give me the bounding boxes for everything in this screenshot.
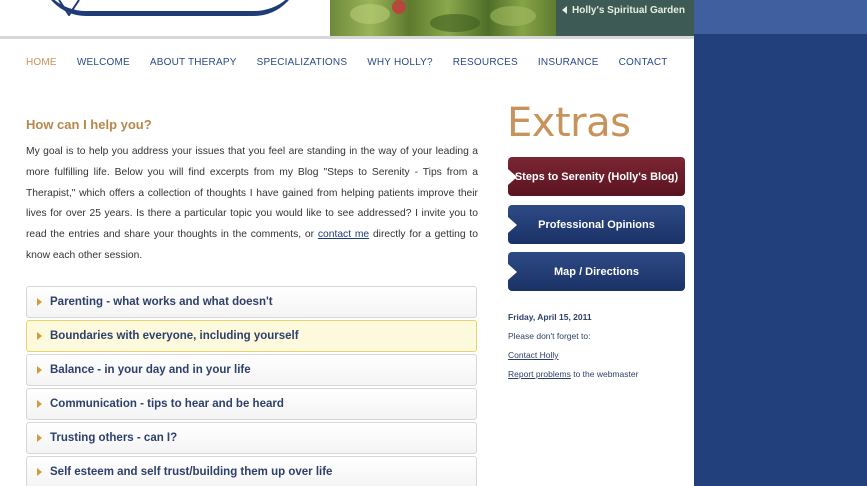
- professional-opinions-button[interactable]: Professional Opinions: [508, 205, 685, 244]
- header-garden-box: Holly's Spiritual Garden: [556, 0, 694, 36]
- intro-text-start: My goal is to help you address your issu…: [26, 146, 478, 241]
- contact-holly-link[interactable]: Contact Holly: [508, 350, 559, 360]
- logo-area: [0, 0, 330, 36]
- topic-boundaries[interactable]: Boundaries with everyone, including your…: [26, 320, 477, 352]
- report-problems-link[interactable]: Report problems: [508, 369, 571, 379]
- sidebar-info: Friday, April 15, 2011 Please don't forg…: [508, 308, 638, 384]
- logo-mark-icon: [58, 0, 80, 16]
- map-directions-label: Map / Directions: [554, 265, 639, 278]
- notch-icon: [508, 217, 517, 233]
- topic-communication[interactable]: Communication - tips to hear and be hear…: [26, 388, 477, 420]
- main-nav: HOME WELCOME ABOUT THERAPY SPECIALIZATIO…: [26, 57, 688, 68]
- page-title: How can I help you?: [26, 117, 152, 132]
- nav-why-holly[interactable]: WHY HOLLY?: [367, 57, 433, 68]
- notch-icon: [508, 169, 517, 185]
- header-right-band: [694, 0, 867, 34]
- current-date: Friday, April 15, 2011: [508, 312, 592, 322]
- nav-home[interactable]: HOME: [26, 57, 57, 68]
- nav-insurance[interactable]: INSURANCE: [538, 57, 599, 68]
- topic-balance[interactable]: Balance - in your day and in your life: [26, 354, 477, 386]
- topic-trusting-others[interactable]: Trusting others - can I?: [26, 422, 477, 454]
- expand-arrow-icon: [37, 366, 42, 374]
- main-panel: Holly's Spiritual Garden HOME WELCOME AB…: [0, 0, 694, 486]
- blog-button[interactable]: Steps to Serenity (Holly's Blog): [508, 157, 685, 196]
- topic-label: Self esteem and self trust/building them…: [50, 466, 333, 478]
- blog-button-label: Steps to Serenity (Holly's Blog): [514, 170, 679, 183]
- nav-contact[interactable]: CONTACT: [619, 57, 668, 68]
- reminder-text: Please don't forget to:: [508, 331, 591, 341]
- expand-arrow-icon: [37, 298, 42, 306]
- expand-arrow-icon: [37, 400, 42, 408]
- spiritual-garden-link[interactable]: Holly's Spiritual Garden: [562, 5, 685, 16]
- topic-label: Boundaries with everyone, including your…: [50, 330, 299, 342]
- topic-self-esteem[interactable]: Self esteem and self trust/building them…: [26, 456, 477, 486]
- extras-title: Extras: [507, 100, 631, 146]
- professional-opinions-label: Professional Opinions: [538, 218, 655, 231]
- arrow-left-icon: [562, 6, 567, 15]
- nav-about-therapy[interactable]: ABOUT THERAPY: [150, 57, 237, 68]
- expand-arrow-icon: [37, 332, 42, 340]
- page-background-right: [694, 34, 867, 486]
- topic-parenting[interactable]: Parenting - what works and what doesn't: [26, 286, 477, 318]
- topic-label: Parenting - what works and what doesn't: [50, 296, 273, 308]
- nav-specializations[interactable]: SPECIALIZATIONS: [257, 57, 348, 68]
- notch-icon: [508, 264, 517, 280]
- topic-accordion: Parenting - what works and what doesn't …: [26, 286, 477, 486]
- intro-paragraph: My goal is to help you address your issu…: [26, 142, 478, 267]
- topic-label: Communication - tips to hear and be hear…: [50, 398, 284, 410]
- nav-welcome[interactable]: WELCOME: [77, 57, 130, 68]
- nav-resources[interactable]: RESOURCES: [453, 57, 518, 68]
- expand-arrow-icon: [37, 468, 42, 476]
- spiritual-garden-label: Holly's Spiritual Garden: [572, 5, 685, 16]
- map-directions-button[interactable]: Map / Directions: [508, 252, 685, 291]
- topic-label: Balance - in your day and in your life: [50, 364, 251, 376]
- topic-label: Trusting others - can I?: [50, 432, 178, 444]
- contact-me-link[interactable]: contact me: [318, 229, 369, 240]
- header-garden-image: [330, 0, 556, 36]
- expand-arrow-icon: [37, 434, 42, 442]
- header-divider: [0, 36, 694, 39]
- report-suffix-text: to the webmaster: [570, 369, 639, 379]
